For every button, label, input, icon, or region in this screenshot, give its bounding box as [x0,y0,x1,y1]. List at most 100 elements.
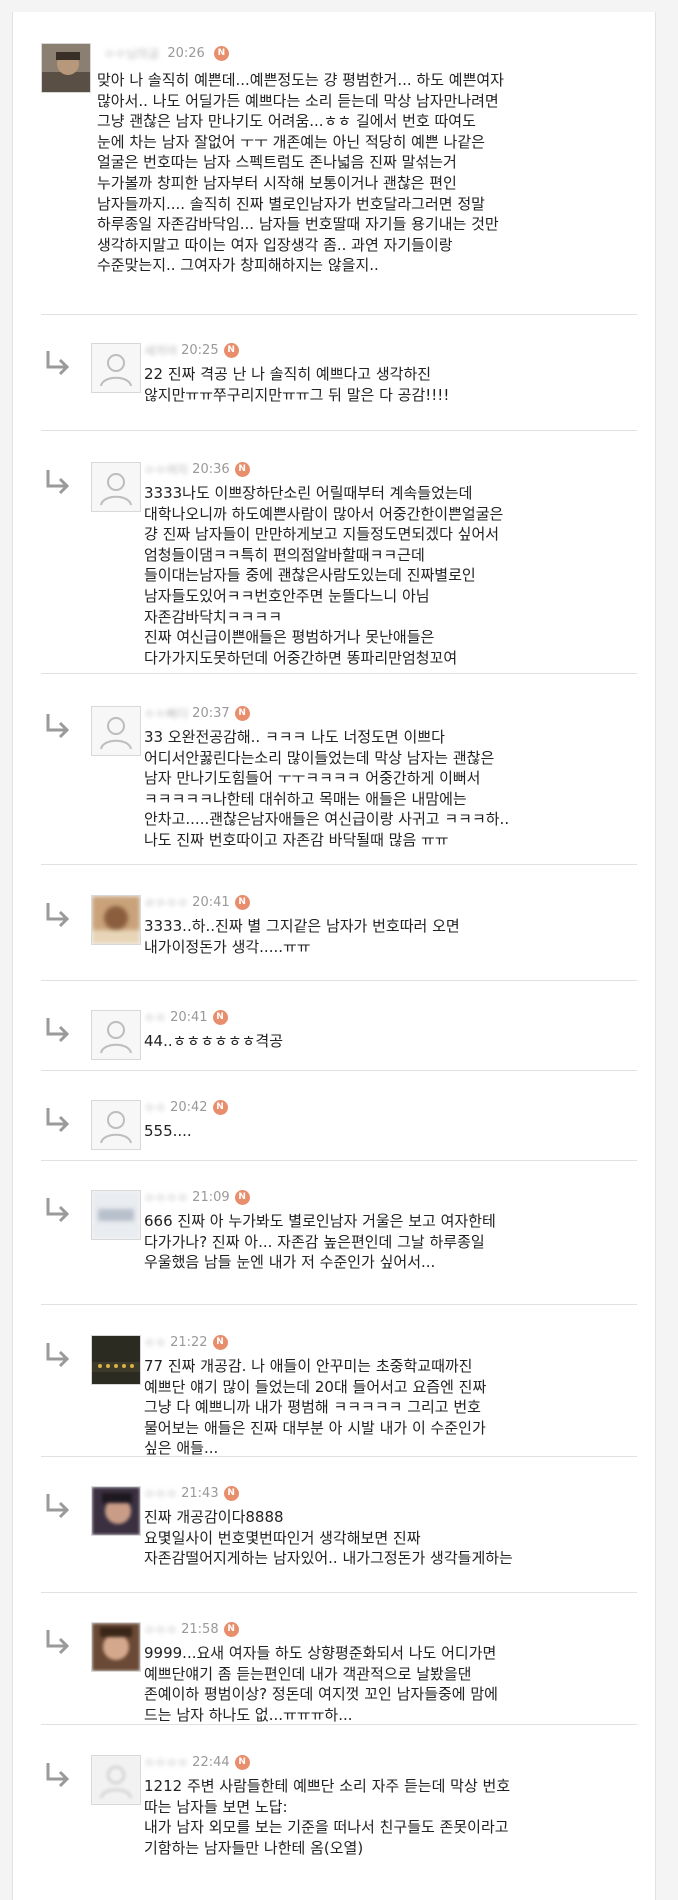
divider [41,864,637,865]
author-name[interactable]: ㄹㅇㅇㅇ [144,894,188,911]
divider [41,1456,637,1457]
avatar[interactable] [91,1335,141,1385]
author-name[interactable]: ㅇㅇㅇ [144,1485,177,1502]
author-name[interactable]: ㅇㅇ님의글 [104,45,159,62]
reply-arrow-icon [43,900,73,930]
user-photo-icon [92,1487,140,1535]
divider [41,430,637,431]
reply-arrow-icon [43,711,73,741]
comment-text: 3333나도 이쁘장하단소린 어릴때부터 계속들었는데 대학나오니까 하도예쁜사… [144,484,504,667]
comment-meta: ㅇㅇ님의글 20:26 N [104,45,229,65]
avatar[interactable] [91,1755,141,1805]
reply-arrow-icon [46,1018,70,1043]
comment-meta: ㄹㅇㅇㅇ 20:41 N [144,894,250,914]
timestamp: 20:26 [167,46,205,61]
author-name[interactable]: ㅇㅇ [144,1334,166,1351]
comment-meta: ㅇㅇ여자 20:36 N [144,461,250,481]
new-badge: N [234,895,250,910]
new-badge: N [212,1100,228,1115]
comment-meta: ㅇㅇㅇ 21:43 N [144,1485,239,1505]
author-name[interactable]: ㅇㅇ [144,1009,166,1026]
comment-meta: ㅇㅇ 20:42 N [144,1099,228,1119]
avatar[interactable] [41,43,91,93]
avatar[interactable] [91,1622,141,1672]
timestamp: 20:41 [192,895,230,910]
comment-text: 3333..하..진짜 별 그지같은 남자가 번호따러 오면 내가이정돈가 생각… [144,917,460,956]
default-user-icon [92,344,140,392]
reply-arrow-icon [46,351,70,376]
comment-text: 555.... [144,1122,192,1140]
author-name[interactable]: ㅇㅇ [144,1099,166,1116]
new-badge: N [213,46,229,61]
comment-meta: ㅇㅇ빠더 20:37 N [144,705,250,725]
divider [41,1304,637,1305]
new-badge: N [223,343,239,358]
reply-arrow-icon [46,903,70,928]
timestamp: 20:37 [192,706,230,721]
reply-arrow-icon [46,1198,70,1223]
user-photo-icon [92,1336,140,1384]
comment-meta: ㅇㅇ 21:22 N [144,1334,228,1354]
avatar[interactable] [91,1190,141,1240]
timestamp: 21:43 [181,1486,219,1501]
author-name[interactable]: ㅇㅇㅇㅇ [144,1754,188,1771]
author-name[interactable]: ㅇㅇㅇ [144,1621,177,1638]
comment-text: 맞아 나 솔직히 예쁜데...예쁜정도는 걍 평범한거... 하도 예쁜여자 많… [97,71,504,275]
avatar[interactable] [91,343,141,393]
comment-text: 1212 주변 사람들한테 예쁘단 소리 자주 듣는데 막상 번호 따는 남자들… [144,1777,511,1857]
reply-arrow-icon [43,1195,73,1225]
avatar[interactable] [91,462,141,512]
avatar[interactable] [91,895,141,945]
author-name[interactable]: ㅇㅇ빠더 [144,705,188,722]
reply-arrow-icon [46,470,70,495]
comment-meta: 새끼야 20:25 N [144,342,239,362]
reply-arrow-icon [43,1015,73,1045]
comment-text: 77 진짜 개공감. 나 애들이 안꾸미는 초중학교때까진 예쁘단 얘기 많이 … [144,1357,487,1458]
reply-arrow-icon [43,1340,73,1370]
reply-arrow-icon [46,1343,70,1368]
reply-arrow-icon [43,348,73,378]
divider [41,1592,637,1593]
timestamp: 20:42 [170,1100,208,1115]
author-name[interactable]: 새끼야 [144,342,177,359]
reply-arrow-icon [46,1494,70,1519]
default-user-icon [92,463,140,511]
new-badge: N [234,1190,250,1205]
timestamp: 20:36 [192,462,230,477]
comment-meta: ㅇㅇㅇ 21:58 N [144,1621,239,1641]
default-user-icon [92,1101,140,1149]
timestamp: 20:25 [181,343,219,358]
reply-arrow-icon [43,1491,73,1521]
reply-arrow-icon [46,1630,70,1655]
reply-arrow-icon [43,467,73,497]
default-user-icon [92,1756,140,1804]
reply-arrow-icon [46,1763,70,1788]
comment-meta: ㅇㅇㅇㅇ 22:44 N [144,1754,250,1774]
divider [41,673,637,674]
avatar[interactable] [91,1100,141,1150]
timestamp: 20:41 [170,1010,208,1025]
author-name[interactable]: ㅇㅇ여자 [144,461,188,478]
divider [41,314,637,315]
comment-text: 9999...요새 여자들 하도 상향평준화되서 나도 어디가면 예쁘단얘기 좀… [144,1644,498,1724]
new-badge: N [223,1486,239,1501]
new-badge: N [223,1622,239,1637]
timestamp: 21:22 [170,1335,208,1350]
comment-meta: ㅇㅇ 20:41 N [144,1009,228,1029]
divider [41,1724,637,1725]
avatar[interactable] [91,1010,141,1060]
comment-text: 진짜 개공감이다8888 요몇일사이 번호몇번따인거 생각해보면 진짜 자존감떨… [144,1508,513,1568]
new-badge: N [234,462,250,477]
new-badge: N [234,706,250,721]
comment-panel: ㅇㅇ님의글 20:26 N 맞아 나 솔직히 예쁜데...예쁜정도는 걍 평범한… [12,12,656,1900]
avatar[interactable] [91,1486,141,1536]
comment-text: 22 진짜 격공 난 나 솔직히 예쁘다고 생각하진 않지만ㅠㅠ쭈구리지만ㅠㅠ그… [144,365,450,404]
avatar[interactable] [91,706,141,756]
divider [41,1070,637,1071]
author-name[interactable]: ㅇㅇㅇㅇ [144,1189,188,1206]
new-badge: N [212,1335,228,1350]
reply-arrow-icon [43,1760,73,1790]
new-badge: N [234,1755,250,1770]
divider [41,980,637,981]
reply-arrow-icon [43,1105,73,1135]
